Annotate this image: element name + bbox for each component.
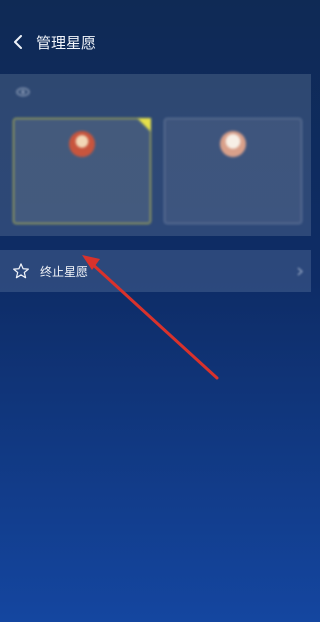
chevron-left-icon — [14, 35, 22, 49]
privacy-header — [0, 74, 311, 110]
privacy-panel — [0, 74, 311, 236]
status-bar — [0, 0, 311, 18]
terminate-wish-row[interactable]: 终止星愿 — [0, 250, 311, 292]
back-button[interactable] — [0, 24, 36, 60]
chevron-right-icon — [297, 267, 303, 275]
private-badge-icon — [69, 131, 95, 157]
page-title: 管理星愿 — [36, 33, 97, 52]
eye-icon — [16, 87, 30, 97]
terminate-status — [293, 250, 303, 292]
terminate-wish-label: 终止星愿 — [40, 264, 89, 279]
selected-corner-mark — [137, 118, 151, 132]
public-badge-icon — [220, 131, 246, 157]
private-mode-card[interactable] — [13, 118, 151, 224]
star-icon — [13, 263, 29, 279]
title-bar: 管理星愿 — [0, 24, 311, 60]
public-mode-card[interactable] — [164, 118, 302, 224]
